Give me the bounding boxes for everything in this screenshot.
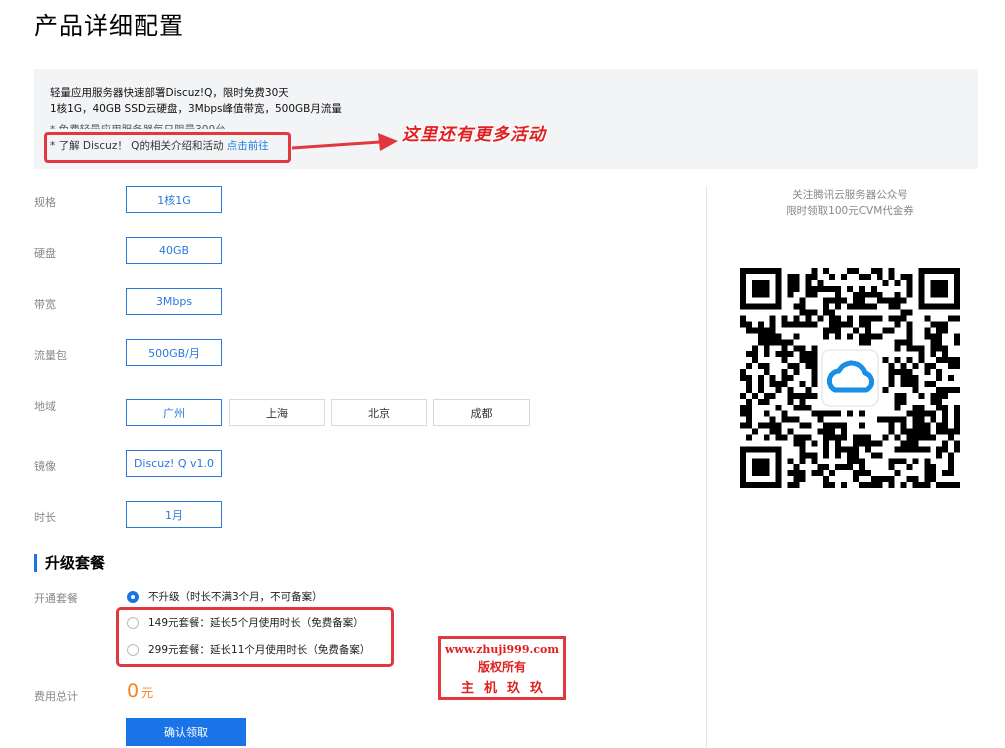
annotation-highlight-box	[44, 132, 291, 163]
image-option[interactable]: Discuz! Q v1.0	[126, 450, 222, 477]
annotation-arrow-icon	[291, 133, 398, 151]
annotation-highlight-box-packages	[116, 607, 394, 667]
page-title: 产品详细配置	[34, 12, 184, 40]
sidebar-line-1: 关注腾讯云服务器公众号	[792, 189, 908, 201]
radio-selected-icon[interactable]	[127, 590, 139, 603]
upgrade-option-text: 不升级（时长不满3个月，不可备案）	[148, 591, 323, 603]
region-label: 地域	[34, 400, 56, 413]
spec-label: 规格	[34, 196, 56, 209]
sidebar-divider	[706, 186, 707, 748]
upgrade-option-none[interactable]: 不升级（时长不满3个月，不可备案）	[127, 589, 323, 604]
disk-option[interactable]: 40GB	[126, 237, 222, 264]
notice-line-1: 轻量应用服务器快速部署Discuz!Q，限时免费30天	[50, 87, 289, 99]
region-option-beijing[interactable]: 北京	[331, 399, 427, 426]
total-amount-unit: 元	[141, 686, 154, 700]
spec-option[interactable]: 1核1G	[126, 186, 222, 213]
total-amount: 0元	[127, 680, 153, 702]
bandwidth-label: 带宽	[34, 298, 56, 311]
annotation-callout: 这里还有更多活动	[402, 125, 546, 145]
sidebar-line-2: 限时领取100元CVM代金券	[786, 205, 914, 217]
region-option-guangzhou[interactable]: 广州	[126, 399, 222, 426]
watermark-url: www.zhuji999.com	[445, 643, 559, 656]
watermark-rights: 版权所有	[477, 660, 526, 674]
watermark-name: 主机玖玖	[460, 681, 553, 696]
region-option-chengdu[interactable]: 成都	[433, 399, 530, 426]
duration-option[interactable]: 1月	[126, 501, 222, 528]
traffic-option[interactable]: 500GB/月	[126, 339, 222, 366]
region-option-shanghai[interactable]: 上海	[229, 399, 325, 426]
watermark-stamp: www.zhuji999.com 版权所有 主机玖玖	[438, 636, 566, 700]
notice-line-2: 1核1G，40GB SSD云硬盘，3Mbps峰值带宽，500GB月流量	[50, 103, 342, 115]
bandwidth-option[interactable]: 3Mbps	[126, 288, 222, 315]
traffic-label: 流量包	[34, 349, 67, 362]
upgrade-label: 开通套餐	[34, 592, 78, 605]
duration-label: 时长	[34, 511, 56, 524]
qr-code-image	[740, 268, 960, 488]
disk-label: 硬盘	[34, 247, 56, 260]
total-amount-value: 0	[127, 680, 140, 702]
confirm-button[interactable]: 确认领取	[126, 718, 246, 746]
notice-line-3: * 免费轻量应用服务器每日限量300台	[50, 122, 226, 129]
total-label: 费用总计	[34, 690, 78, 703]
image-label: 镜像	[34, 460, 56, 473]
upgrade-section-title: 升级套餐	[34, 554, 105, 572]
